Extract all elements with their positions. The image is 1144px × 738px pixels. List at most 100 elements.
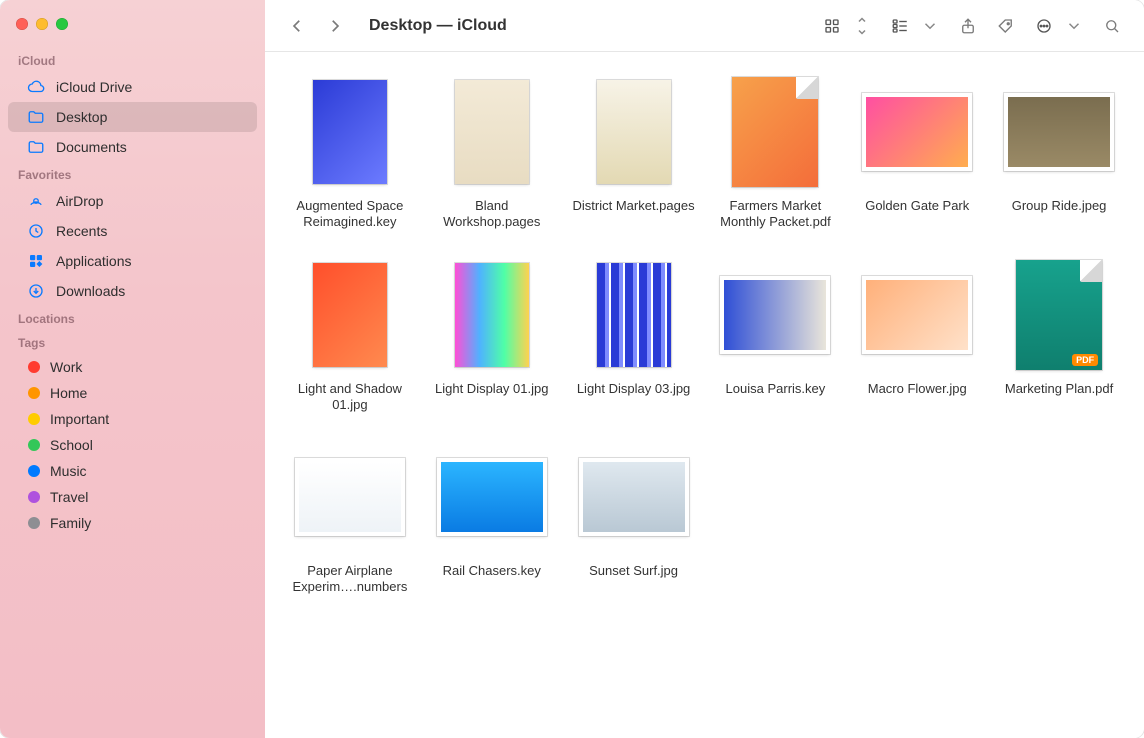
file-label: Rail Chasers.key bbox=[443, 563, 541, 579]
file-item[interactable]: Bland Workshop.pages bbox=[425, 72, 559, 231]
apps-icon bbox=[26, 251, 46, 271]
airdrop-icon bbox=[26, 191, 46, 211]
group-by-control[interactable] bbox=[886, 12, 944, 40]
file-thumbnail bbox=[295, 458, 405, 536]
file-label: Farmers Market Monthly Packet.pdf bbox=[708, 198, 842, 231]
group-icon bbox=[886, 12, 914, 40]
file-label: Bland Workshop.pages bbox=[425, 198, 559, 231]
tags-button[interactable] bbox=[992, 12, 1020, 40]
file-item[interactable]: Farmers Market Monthly Packet.pdf bbox=[708, 72, 842, 231]
tag-color-dot bbox=[28, 465, 40, 477]
back-button[interactable] bbox=[283, 12, 311, 40]
sidebar-item-label: Applications bbox=[56, 253, 132, 269]
tag-label: Travel bbox=[50, 489, 88, 505]
tag-item-travel[interactable]: Travel bbox=[8, 484, 257, 510]
sidebar-item-label: Documents bbox=[56, 139, 127, 155]
zoom-window-button[interactable] bbox=[56, 18, 68, 30]
sidebar-section-title: Favorites bbox=[0, 162, 265, 186]
file-thumbnail-area bbox=[284, 255, 416, 375]
tag-item-family[interactable]: Family bbox=[8, 510, 257, 536]
file-thumbnail-area bbox=[426, 72, 558, 192]
file-label: Group Ride.jpeg bbox=[1012, 198, 1107, 214]
pdf-badge: PDF bbox=[1072, 354, 1098, 366]
file-label: Light and Shadow 01.jpg bbox=[283, 381, 417, 414]
file-item[interactable]: Light Display 03.jpg bbox=[567, 255, 701, 414]
search-button[interactable] bbox=[1098, 12, 1126, 40]
file-label: Sunset Surf.jpg bbox=[589, 563, 678, 579]
clock-icon bbox=[26, 221, 46, 241]
minimize-window-button[interactable] bbox=[36, 18, 48, 30]
share-button[interactable] bbox=[954, 12, 982, 40]
sidebar-item-airdrop[interactable]: AirDrop bbox=[8, 186, 257, 216]
icon-view-icon bbox=[818, 12, 846, 40]
file-thumbnail-area bbox=[426, 255, 558, 375]
file-item[interactable]: PDF Marketing Plan.pdf bbox=[992, 255, 1126, 414]
sidebar-item-label: Recents bbox=[56, 223, 107, 239]
tag-color-dot bbox=[28, 517, 40, 529]
file-thumbnail-area bbox=[284, 437, 416, 557]
tag-color-dot bbox=[28, 361, 40, 373]
view-mode-chevron-icon bbox=[848, 12, 876, 40]
file-grid: Augmented Space Reimagined.keyBland Work… bbox=[283, 72, 1126, 596]
file-item[interactable]: Sunset Surf.jpg bbox=[567, 437, 701, 596]
tag-item-music[interactable]: Music bbox=[8, 458, 257, 484]
tag-color-dot bbox=[28, 439, 40, 451]
file-item[interactable]: Louisa Parris.key bbox=[708, 255, 842, 414]
tag-color-dot bbox=[28, 491, 40, 503]
close-window-button[interactable] bbox=[16, 18, 28, 30]
file-label: Macro Flower.jpg bbox=[868, 381, 967, 397]
file-thumbnail-area bbox=[568, 72, 700, 192]
file-thumbnail-area bbox=[709, 72, 841, 192]
file-label: Golden Gate Park bbox=[865, 198, 969, 214]
file-grid-scroll[interactable]: Augmented Space Reimagined.keyBland Work… bbox=[265, 52, 1144, 738]
tag-item-school[interactable]: School bbox=[8, 432, 257, 458]
sidebar-item-icloud-drive[interactable]: iCloud Drive bbox=[8, 72, 257, 102]
file-thumbnail bbox=[313, 263, 387, 367]
file-thumbnail-area bbox=[709, 255, 841, 375]
file-item[interactable]: Light Display 01.jpg bbox=[425, 255, 559, 414]
tag-item-important[interactable]: Important bbox=[8, 406, 257, 432]
file-item[interactable]: Paper Airplane Experim….numbers bbox=[283, 437, 417, 596]
folder-icon bbox=[26, 137, 46, 157]
more-icon bbox=[1030, 12, 1058, 40]
sidebar-item-downloads[interactable]: Downloads bbox=[8, 276, 257, 306]
tag-item-work[interactable]: Work bbox=[8, 354, 257, 380]
file-thumbnail-area bbox=[568, 437, 700, 557]
file-item[interactable]: Macro Flower.jpg bbox=[850, 255, 984, 414]
file-item[interactable]: District Market.pages bbox=[567, 72, 701, 231]
page-fold-icon bbox=[1080, 260, 1102, 282]
sidebar-item-label: iCloud Drive bbox=[56, 79, 132, 95]
file-item[interactable]: Rail Chasers.key bbox=[425, 437, 559, 596]
sidebar-section-tags: Tags bbox=[0, 330, 265, 354]
sidebar-item-recents[interactable]: Recents bbox=[8, 216, 257, 246]
file-thumbnail bbox=[720, 276, 830, 354]
file-thumbnail bbox=[1004, 93, 1114, 171]
file-item[interactable]: Group Ride.jpeg bbox=[992, 72, 1126, 231]
file-item[interactable]: Augmented Space Reimagined.key bbox=[283, 72, 417, 231]
file-label: Marketing Plan.pdf bbox=[1005, 381, 1113, 397]
view-mode-control[interactable] bbox=[818, 12, 876, 40]
more-actions-button[interactable] bbox=[1030, 12, 1088, 40]
toolbar: Desktop — iCloud bbox=[265, 0, 1144, 52]
window-controls bbox=[0, 10, 265, 48]
sidebar: iCloud iCloud Drive Desktop Documents Favori… bbox=[0, 0, 265, 738]
file-label: Louisa Parris.key bbox=[726, 381, 826, 397]
file-thumbnail-area bbox=[851, 255, 983, 375]
sidebar-item-documents[interactable]: Documents bbox=[8, 132, 257, 162]
sidebar-item-applications[interactable]: Applications bbox=[8, 246, 257, 276]
file-thumbnail bbox=[862, 93, 972, 171]
file-thumbnail-area bbox=[851, 72, 983, 192]
file-label: District Market.pages bbox=[573, 198, 695, 214]
folder-icon bbox=[26, 107, 46, 127]
sidebar-section-title: Locations bbox=[0, 306, 265, 330]
forward-button[interactable] bbox=[321, 12, 349, 40]
file-item[interactable]: Golden Gate Park bbox=[850, 72, 984, 231]
sidebar-section-title: iCloud bbox=[0, 48, 265, 72]
tag-item-home[interactable]: Home bbox=[8, 380, 257, 406]
sidebar-item-desktop[interactable]: Desktop bbox=[8, 102, 257, 132]
file-item[interactable]: Light and Shadow 01.jpg bbox=[283, 255, 417, 414]
file-thumbnail: PDF bbox=[1016, 260, 1102, 370]
cloud-icon bbox=[26, 77, 46, 97]
file-thumbnail-area bbox=[284, 72, 416, 192]
tag-label: Work bbox=[50, 359, 82, 375]
